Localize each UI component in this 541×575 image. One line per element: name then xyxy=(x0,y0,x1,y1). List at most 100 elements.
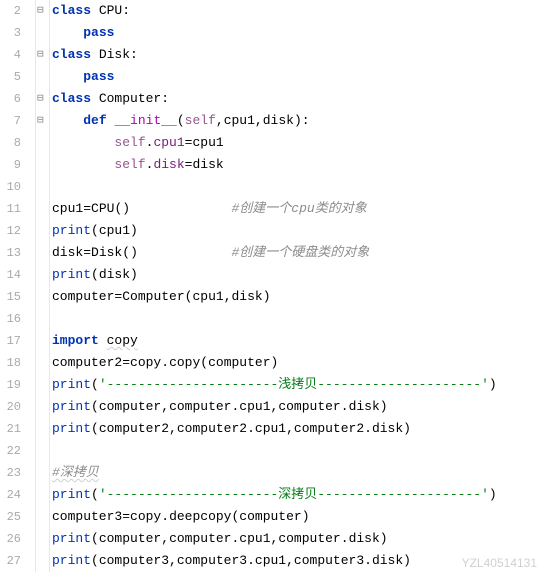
fold-spacer xyxy=(36,176,49,198)
fold-spacer xyxy=(36,264,49,286)
fold-spacer xyxy=(36,330,49,352)
fold-spacer xyxy=(36,418,49,440)
code-line[interactable]: print('----------------------浅拷贝--------… xyxy=(52,374,541,396)
fold-toggle-icon[interactable] xyxy=(36,88,49,110)
code-line[interactable]: print(computer,computer.cpu1,computer.di… xyxy=(52,396,541,418)
code-content[interactable]: class CPU: pass class Disk: pass class C… xyxy=(50,0,541,572)
code-line[interactable]: print('----------------------深拷贝--------… xyxy=(52,484,541,506)
code-line[interactable]: computer3=copy.deepcopy(computer) xyxy=(52,506,541,528)
fold-spacer xyxy=(36,352,49,374)
fold-spacer xyxy=(36,308,49,330)
fold-spacer xyxy=(36,220,49,242)
fold-spacer xyxy=(36,66,49,88)
code-line[interactable]: #深拷贝 xyxy=(52,462,541,484)
keyword-pass: pass xyxy=(83,25,114,40)
comment: #创建一个cpu类的对象 xyxy=(231,201,366,216)
code-line[interactable]: print(cpu1) xyxy=(52,220,541,242)
line-number: 11 xyxy=(0,198,21,220)
line-number: 4 xyxy=(0,44,21,66)
method-name: __init__ xyxy=(114,113,176,128)
code-line[interactable]: class CPU: xyxy=(52,0,541,22)
colon: : xyxy=(161,91,169,106)
line-number: 6 xyxy=(0,88,21,110)
code-line[interactable] xyxy=(52,440,541,462)
keyword-class: class xyxy=(52,47,91,62)
keyword-class: class xyxy=(52,91,91,106)
line-number: 22 xyxy=(0,440,21,462)
code-line[interactable]: computer2=copy.copy(computer) xyxy=(52,352,541,374)
line-number: 21 xyxy=(0,418,21,440)
fold-spacer xyxy=(36,198,49,220)
comment: #创建一个硬盘类的对象 xyxy=(232,245,370,260)
code-line[interactable]: class Disk: xyxy=(52,44,541,66)
line-number: 2 xyxy=(0,0,21,22)
colon: : xyxy=(122,3,130,18)
line-number: 24 xyxy=(0,484,21,506)
code-line[interactable]: def __init__(self,cpu1,disk): xyxy=(52,110,541,132)
fold-spacer xyxy=(36,242,49,264)
fold-toggle-icon[interactable] xyxy=(36,44,49,66)
code-line[interactable]: disk=Disk() #创建一个硬盘类的对象 xyxy=(52,242,541,264)
code-line[interactable]: pass xyxy=(52,22,541,44)
string-literal: '----------------------浅拷贝--------------… xyxy=(99,377,489,392)
line-number: 18 xyxy=(0,352,21,374)
fold-spacer xyxy=(36,462,49,484)
code-line[interactable]: print(computer,computer.cpu1,computer.di… xyxy=(52,528,541,550)
line-number: 9 xyxy=(0,154,21,176)
class-name: Disk xyxy=(99,47,130,62)
line-number: 19 xyxy=(0,374,21,396)
fold-spacer xyxy=(36,132,49,154)
line-number: 7 xyxy=(0,110,21,132)
keyword-import: import xyxy=(52,333,99,348)
keyword-class: class xyxy=(52,3,91,18)
code-line[interactable]: self.disk=disk xyxy=(52,154,541,176)
class-name: Computer xyxy=(99,91,161,106)
fold-spacer xyxy=(36,550,49,572)
code-line[interactable]: self.cpu1=cpu1 xyxy=(52,132,541,154)
line-number: 8 xyxy=(0,132,21,154)
line-number: 10 xyxy=(0,176,21,198)
code-line[interactable] xyxy=(52,308,541,330)
code-line[interactable]: pass xyxy=(52,66,541,88)
fold-spacer xyxy=(36,506,49,528)
colon: : xyxy=(130,47,138,62)
line-number: 25 xyxy=(0,506,21,528)
comment: #深拷贝 xyxy=(52,465,99,480)
code-line[interactable]: import copy xyxy=(52,330,541,352)
line-number: 3 xyxy=(0,22,21,44)
line-number: 13 xyxy=(0,242,21,264)
code-line[interactable]: print(computer3,computer3.cpu1,computer3… xyxy=(52,550,541,572)
code-line[interactable]: class Computer: xyxy=(52,88,541,110)
fold-spacer xyxy=(36,154,49,176)
line-number: 12 xyxy=(0,220,21,242)
code-line[interactable] xyxy=(52,176,541,198)
line-number: 27 xyxy=(0,550,21,572)
line-number: 16 xyxy=(0,308,21,330)
fold-gutter xyxy=(36,0,50,572)
fold-toggle-icon[interactable] xyxy=(36,0,49,22)
print-call: print xyxy=(52,223,91,238)
code-line[interactable]: computer=Computer(cpu1,disk) xyxy=(52,286,541,308)
fold-spacer xyxy=(36,374,49,396)
line-number-gutter: 2345678910111213141516171819202122232425… xyxy=(0,0,36,572)
line-number: 26 xyxy=(0,528,21,550)
self-param: self xyxy=(185,113,216,128)
fold-spacer xyxy=(36,22,49,44)
code-line[interactable]: print(disk) xyxy=(52,264,541,286)
line-number: 14 xyxy=(0,264,21,286)
fold-spacer xyxy=(36,528,49,550)
code-line[interactable]: cpu1=CPU() #创建一个cpu类的对象 xyxy=(52,198,541,220)
line-number: 5 xyxy=(0,66,21,88)
code-line[interactable]: print(computer2,computer2.cpu1,computer2… xyxy=(52,418,541,440)
code-editor: 2345678910111213141516171819202122232425… xyxy=(0,0,541,572)
fold-spacer xyxy=(36,484,49,506)
keyword-pass: pass xyxy=(83,69,114,84)
string-literal: '----------------------深拷贝--------------… xyxy=(99,487,489,502)
class-name: CPU xyxy=(99,3,122,18)
fold-toggle-icon[interactable] xyxy=(36,110,49,132)
line-number: 23 xyxy=(0,462,21,484)
fold-spacer xyxy=(36,286,49,308)
fold-spacer xyxy=(36,396,49,418)
line-number: 15 xyxy=(0,286,21,308)
fold-spacer xyxy=(36,440,49,462)
